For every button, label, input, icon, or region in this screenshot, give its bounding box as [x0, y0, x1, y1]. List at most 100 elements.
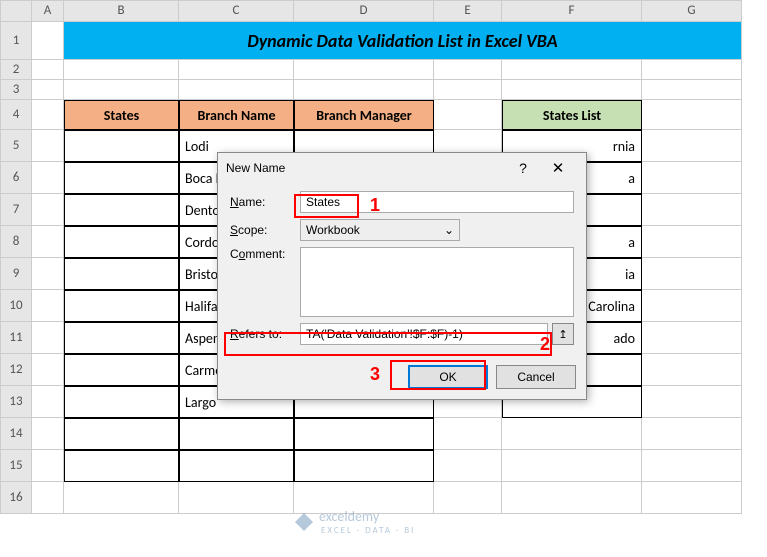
help-button[interactable]: ? — [508, 160, 538, 176]
col-header-A[interactable]: A — [32, 0, 64, 22]
cell-B2[interactable] — [64, 60, 179, 80]
cell-D15[interactable] — [294, 450, 434, 482]
row-header-7[interactable]: 7 — [0, 194, 32, 226]
cell-C4[interactable]: Branch Name — [179, 100, 294, 130]
refersto-input[interactable] — [300, 323, 548, 345]
collapse-button[interactable]: ↥ — [552, 323, 574, 345]
cell-B13[interactable] — [64, 386, 179, 418]
cell-B3[interactable] — [64, 80, 179, 100]
ok-button[interactable]: OK — [408, 365, 488, 389]
cell-B10[interactable] — [64, 290, 179, 322]
cell-F4[interactable]: States List — [502, 100, 642, 130]
cell-F16[interactable] — [502, 482, 642, 514]
cell-B1[interactable]: Dynamic Data Validation List in Excel VB… — [64, 22, 742, 60]
name-input[interactable] — [300, 191, 574, 213]
cell-A14[interactable] — [32, 418, 64, 450]
cell-A13[interactable] — [32, 386, 64, 418]
cell-G15[interactable] — [642, 450, 742, 482]
cell-G11[interactable] — [642, 322, 742, 354]
cell-G13[interactable] — [642, 386, 742, 418]
row-header-14[interactable]: 14 — [0, 418, 32, 450]
cell-B5[interactable] — [64, 130, 179, 162]
cell-C14[interactable] — [179, 418, 294, 450]
cell-C2[interactable] — [179, 60, 294, 80]
cell-D2[interactable] — [294, 60, 434, 80]
cell-G4[interactable] — [642, 100, 742, 130]
row-header-6[interactable]: 6 — [0, 162, 32, 194]
cell-C16[interactable] — [179, 482, 294, 514]
row-header-5[interactable]: 5 — [0, 130, 32, 162]
cell-G2[interactable] — [642, 60, 742, 80]
cell-B11[interactable] — [64, 322, 179, 354]
cell-G16[interactable] — [642, 482, 742, 514]
cell-A2[interactable] — [32, 60, 64, 80]
cell-G7[interactable] — [642, 194, 742, 226]
cell-D4[interactable]: Branch Manager — [294, 100, 434, 130]
cell-G5[interactable] — [642, 130, 742, 162]
cell-D16[interactable] — [294, 482, 434, 514]
cell-B7[interactable] — [64, 194, 179, 226]
cancel-button[interactable]: Cancel — [496, 365, 576, 389]
cell-A9[interactable] — [32, 258, 64, 290]
row-header-16[interactable]: 16 — [0, 482, 32, 514]
cell-A6[interactable] — [32, 162, 64, 194]
cell-B15[interactable] — [64, 450, 179, 482]
cell-E15[interactable] — [434, 450, 502, 482]
cell-A16[interactable] — [32, 482, 64, 514]
row-header-11[interactable]: 11 — [0, 322, 32, 354]
cell-A8[interactable] — [32, 226, 64, 258]
cell-A7[interactable] — [32, 194, 64, 226]
col-header-C[interactable]: C — [179, 0, 294, 22]
cell-E16[interactable] — [434, 482, 502, 514]
cell-B9[interactable] — [64, 258, 179, 290]
cell-B14[interactable] — [64, 418, 179, 450]
row-header-12[interactable]: 12 — [0, 354, 32, 386]
cell-C3[interactable] — [179, 80, 294, 100]
cell-A4[interactable] — [32, 100, 64, 130]
cell-A12[interactable] — [32, 354, 64, 386]
cell-B12[interactable] — [64, 354, 179, 386]
cell-G10[interactable] — [642, 290, 742, 322]
cell-G14[interactable] — [642, 418, 742, 450]
cell-F3[interactable] — [502, 80, 642, 100]
cell-F2[interactable] — [502, 60, 642, 80]
cell-B6[interactable] — [64, 162, 179, 194]
cell-A1[interactable] — [32, 22, 64, 60]
cell-E2[interactable] — [434, 60, 502, 80]
row-header-2[interactable]: 2 — [0, 60, 32, 80]
cell-C15[interactable] — [179, 450, 294, 482]
select-all-corner[interactable] — [0, 0, 32, 22]
comment-textarea[interactable] — [300, 247, 574, 317]
cell-B16[interactable] — [64, 482, 179, 514]
cell-E3[interactable] — [434, 80, 502, 100]
col-header-F[interactable]: F — [502, 0, 642, 22]
cell-G12[interactable] — [642, 354, 742, 386]
col-header-E[interactable]: E — [434, 0, 502, 22]
cell-D3[interactable] — [294, 80, 434, 100]
row-header-13[interactable]: 13 — [0, 386, 32, 418]
cell-A11[interactable] — [32, 322, 64, 354]
scope-select[interactable]: Workbook ⌄ — [300, 219, 460, 241]
row-header-8[interactable]: 8 — [0, 226, 32, 258]
col-header-D[interactable]: D — [294, 0, 434, 22]
cell-A5[interactable] — [32, 130, 64, 162]
cell-G6[interactable] — [642, 162, 742, 194]
row-header-4[interactable]: 4 — [0, 100, 32, 130]
cell-A10[interactable] — [32, 290, 64, 322]
col-header-B[interactable]: B — [64, 0, 179, 22]
cell-D14[interactable] — [294, 418, 434, 450]
row-header-1[interactable]: 1 — [0, 22, 32, 60]
cell-G3[interactable] — [642, 80, 742, 100]
col-header-G[interactable]: G — [642, 0, 742, 22]
cell-F15[interactable] — [502, 450, 642, 482]
cell-G8[interactable] — [642, 226, 742, 258]
cell-A15[interactable] — [32, 450, 64, 482]
row-header-15[interactable]: 15 — [0, 450, 32, 482]
row-header-10[interactable]: 10 — [0, 290, 32, 322]
row-header-3[interactable]: 3 — [0, 80, 32, 100]
cell-E14[interactable] — [434, 418, 502, 450]
close-icon[interactable]: ✕ — [538, 159, 578, 177]
cell-F14[interactable] — [502, 418, 642, 450]
cell-B4[interactable]: States — [64, 100, 179, 130]
cell-E4[interactable] — [434, 100, 502, 130]
